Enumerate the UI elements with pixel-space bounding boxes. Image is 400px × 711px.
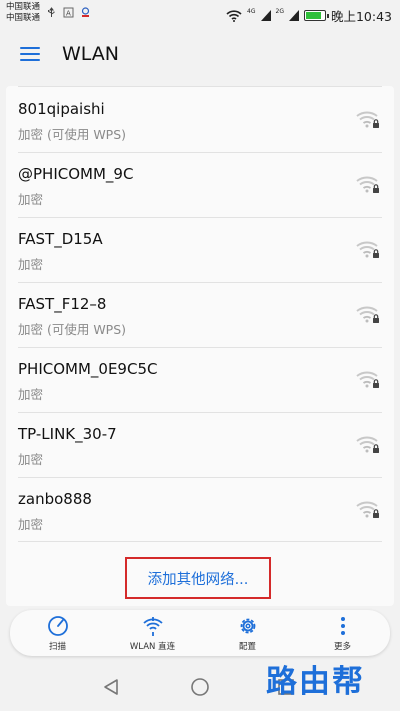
wifi-locked-icon: [356, 436, 379, 453]
status-right: 4G 2G 晚上10:43: [226, 6, 392, 25]
network-ssid: TP-LINK_30-7: [18, 425, 117, 443]
add-other-network-button[interactable]: 添加其他网络...: [125, 557, 271, 599]
more-button[interactable]: 更多: [303, 615, 383, 652]
network-ssid: FAST_D15A: [18, 230, 103, 248]
bottom-toolbar: 扫描 WLAN 直连 配置 更多: [10, 610, 390, 656]
usb-icon: [46, 7, 57, 18]
notification-a-icon: A: [63, 7, 74, 18]
signal-2-icon: [288, 10, 299, 21]
list-divider: [18, 541, 382, 542]
app-bar: WLAN: [0, 28, 400, 80]
config-label: 配置: [238, 641, 256, 652]
notification-icons: A: [46, 7, 91, 18]
status-bar: 中国联通 中国联通 A 4G 2G 晚上10:43: [0, 0, 400, 28]
scan-icon: [47, 615, 68, 636]
page-title: WLAN: [62, 43, 120, 65]
network-row[interactable]: zanbo888 加密: [6, 478, 394, 543]
wifi-locked-icon: [356, 241, 379, 258]
wifi-status-icon: [226, 9, 242, 22]
app-notification-icon: [80, 7, 91, 18]
svg-text:A: A: [66, 10, 71, 18]
carrier-info: 中国联通 中国联通: [6, 2, 40, 24]
network-list: 801qipaishi 加密 (可使用 WPS) @PHICOMM_9C 加密 FAST…: [6, 86, 394, 606]
network-ssid: 801qipaishi: [18, 100, 105, 118]
wifi-locked-icon: [356, 306, 379, 323]
scan-label: 扫描: [48, 641, 66, 652]
network-ssid: zanbo888: [18, 490, 92, 508]
wifi-locked-icon: [356, 176, 379, 193]
back-icon[interactable]: [102, 678, 120, 696]
gear-icon: [240, 618, 255, 633]
status-time: 晚上10:43: [330, 9, 392, 24]
network-security: 加密: [18, 517, 44, 532]
list-divider: [18, 86, 382, 87]
watermark: 路由帮: [266, 664, 365, 700]
wlan-direct-icon: [142, 616, 163, 636]
network-row[interactable]: TP-LINK_30-7 加密: [6, 413, 394, 478]
carrier-1: 中国联通: [6, 2, 41, 12]
signal-label-2: 2G: [275, 8, 284, 15]
battery-icon: [303, 10, 329, 21]
wlan-direct-label: WLAN 直连: [129, 641, 176, 652]
signal-label-1: 4G: [247, 8, 256, 15]
wifi-locked-icon: [356, 111, 379, 128]
network-security: 加密 (可使用 WPS): [18, 127, 127, 142]
hamburger-icon: [20, 47, 40, 61]
more-vertical-icon: [340, 616, 345, 635]
network-ssid: @PHICOMM_9C: [18, 165, 134, 183]
home-icon[interactable]: [190, 677, 210, 697]
network-security: 加密: [18, 192, 44, 207]
menu-button[interactable]: [0, 28, 60, 80]
network-row[interactable]: @PHICOMM_9C 加密: [6, 153, 394, 218]
network-ssid: FAST_F12–8: [18, 295, 107, 313]
config-button[interactable]: 配置: [208, 615, 288, 652]
more-label: 更多: [333, 641, 351, 652]
wifi-locked-icon: [356, 371, 379, 388]
network-row[interactable]: FAST_D15A 加密: [6, 218, 394, 283]
network-ssid: PHICOMM_0E9C5C: [18, 360, 158, 378]
network-security: 加密 (可使用 WPS): [18, 322, 127, 337]
wlan-direct-button[interactable]: WLAN 直连: [113, 615, 193, 652]
network-row[interactable]: 801qipaishi 加密 (可使用 WPS): [6, 88, 394, 153]
battery-fill: [305, 12, 322, 19]
network-security: 加密: [18, 387, 44, 402]
network-security: 加密: [18, 452, 44, 467]
network-row[interactable]: FAST_F12–8 加密 (可使用 WPS): [6, 283, 394, 348]
carrier-2: 中国联通: [6, 13, 41, 23]
network-row[interactable]: PHICOMM_0E9C5C 加密: [6, 348, 394, 413]
wifi-locked-icon: [356, 501, 379, 518]
network-security: 加密: [18, 257, 44, 272]
scan-button[interactable]: 扫描: [18, 615, 98, 652]
signal-1-icon: [260, 10, 271, 21]
